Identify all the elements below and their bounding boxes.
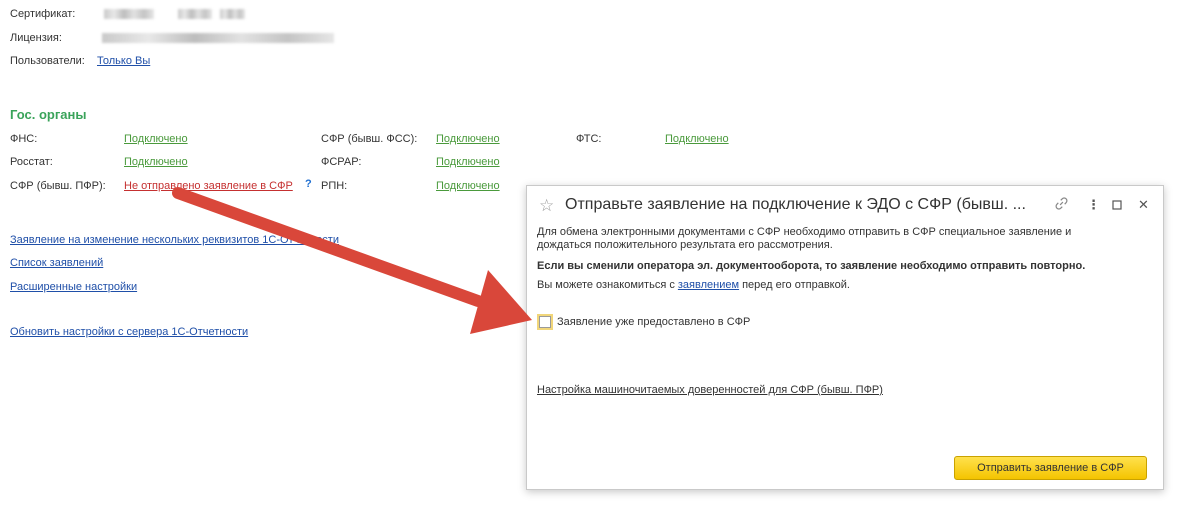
close-icon[interactable]: ✕ — [1138, 197, 1149, 213]
fts-label: ФТС: — [576, 133, 602, 145]
certificate-value-blurred-2 — [178, 9, 212, 19]
change-requisites-link[interactable]: Заявление на изменение нескольких реквиз… — [10, 234, 339, 246]
advanced-settings-link[interactable]: Расширенные настройки — [10, 281, 137, 293]
star-icon[interactable]: ☆ — [539, 196, 554, 216]
fts-status-link[interactable]: Подключено — [665, 133, 729, 145]
rosstat-status-link[interactable]: Подключено — [124, 156, 188, 168]
poa-settings-link[interactable]: Настройка машиночитаемых доверенностей д… — [537, 384, 883, 397]
sfr-pfr-status-link[interactable]: Не отправлено заявление в СФР — [124, 180, 293, 192]
send-application-dialog: ☆ Отправьте заявление на подключение к Э… — [526, 185, 1164, 490]
more-icon[interactable]: ⋮ — [1087, 197, 1100, 213]
application-link[interactable]: заявлением — [678, 279, 739, 291]
fsrar-status-link[interactable]: Подключено — [436, 156, 500, 168]
maximize-icon[interactable] — [1112, 199, 1123, 214]
fns-label: ФНС: — [10, 133, 38, 145]
rosstat-label: Росстат: — [10, 156, 53, 168]
fsrar-label: ФСРАР: — [321, 156, 362, 168]
sfr-fss-status-link[interactable]: Подключено — [436, 133, 500, 145]
rpn-status-link[interactable]: Подключено — [436, 180, 500, 192]
users-label: Пользователи: — [10, 55, 85, 67]
dialog-para1-line2: дождаться положительного результата его … — [537, 239, 833, 251]
section-title-gov: Гос. органы — [10, 107, 87, 122]
dialog-para3-before: Вы можете ознакомиться с — [537, 279, 678, 291]
rpn-label: РПН: — [321, 180, 348, 192]
sfr-pfr-label: СФР (бывш. ПФР): — [10, 180, 106, 192]
send-application-button[interactable]: Отправить заявление в СФР — [954, 456, 1147, 480]
fns-status-link[interactable]: Подключено — [124, 133, 188, 145]
dialog-para3: Вы можете ознакомиться с заявлением пере… — [537, 279, 850, 292]
certificate-label: Сертификат: — [10, 8, 76, 20]
certificate-value-blurred — [104, 9, 154, 19]
dialog-title: Отправьте заявление на подключение к ЭДО… — [565, 196, 1026, 213]
license-value-blurred — [102, 33, 334, 43]
certificate-value-blurred-3 — [220, 9, 245, 19]
dialog-para3-after: перед его отправкой. — [739, 279, 850, 291]
update-settings-link[interactable]: Обновить настройки с сервера 1С-Отчетнос… — [10, 326, 248, 338]
link-icon[interactable] — [1054, 196, 1069, 214]
already-provided-checkbox[interactable] — [539, 316, 551, 328]
dialog-para2: Если вы сменили оператора эл. документоо… — [537, 260, 1086, 272]
sfr-fss-label: СФР (бывш. ФСС): — [321, 133, 418, 145]
license-label: Лицензия: — [10, 32, 62, 44]
dialog-para1-line1: Для обмена электронными документами с СФ… — [537, 226, 1072, 238]
applications-list-link[interactable]: Список заявлений — [10, 257, 103, 269]
help-icon[interactable]: ? — [305, 178, 312, 190]
already-provided-label[interactable]: Заявление уже предоставлено в СФР — [557, 316, 750, 329]
users-link[interactable]: Только Вы — [97, 55, 150, 67]
